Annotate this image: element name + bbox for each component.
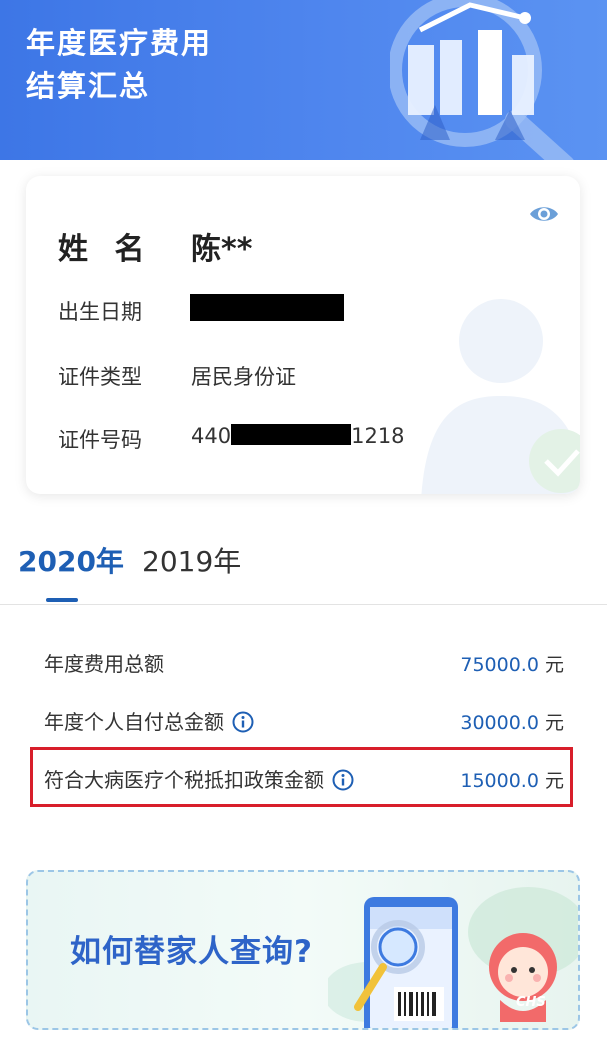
amount-number: 75000.0 (460, 654, 539, 676)
person-silhouette-watermark (421, 299, 580, 494)
amount-number: 15000.0 (460, 770, 539, 792)
summary-label-text: 符合大病医疗个税抵扣政策金额 (44, 768, 324, 792)
info-icon[interactable] (332, 769, 354, 791)
summary-row-self-paid: 年度个人自付总金额 30000.0 元 (44, 700, 564, 740)
year-tabs: 2020年 2019年 (0, 520, 607, 605)
page-title: 年度医疗费用 结算汇总 (26, 22, 212, 108)
name-value: 陈** (191, 232, 253, 267)
name-label: 姓 名 (58, 232, 153, 267)
id-number-label: 证件号码 (58, 428, 142, 452)
id-type-label: 证件类型 (58, 365, 142, 389)
id-number-value: 440 1218 (191, 424, 405, 448)
id-number-suffix: 1218 (351, 424, 405, 448)
tab-2019[interactable]: 2019年 (142, 540, 241, 580)
birth-date-redacted (190, 294, 344, 321)
summary-amount: 30000.0 元 (460, 708, 564, 735)
page-header: 年度医疗费用 结算汇总 (0, 0, 607, 160)
amount-unit: 元 (544, 654, 564, 676)
page-title-line2: 结算汇总 (26, 69, 151, 103)
summary-row-total: 年度费用总额 75000.0 元 (44, 642, 564, 682)
profile-card: 姓 名 陈** 出生日期 证件类型 居民身份证 证件号码 440 1218 (26, 176, 580, 494)
chs-mascot-badge: CHS (516, 995, 546, 1010)
active-tab-indicator (46, 598, 78, 602)
id-number-prefix: 440 (191, 424, 232, 448)
page-title-line1: 年度医疗费用 (26, 26, 213, 60)
summary-label-text: 年度个人自付总金额 (44, 710, 224, 734)
summary-row-tax-deduction: 符合大病医疗个税抵扣政策金额 15000.0 元 (44, 758, 564, 798)
summary-label: 年度费用总额 (44, 652, 164, 676)
banner-text: 如何替家人查询? (70, 934, 313, 970)
summary-amount: 15000.0 元 (460, 766, 564, 793)
birth-date-label: 出生日期 (58, 300, 142, 324)
amount-number: 30000.0 (460, 712, 539, 734)
amount-unit: 元 (544, 770, 564, 792)
amount-unit: 元 (544, 712, 564, 734)
summary-amount: 75000.0 元 (460, 650, 564, 677)
summary-label: 符合大病医疗个税抵扣政策金额 (44, 764, 354, 793)
id-type-value: 居民身份证 (191, 365, 296, 389)
tab-2020[interactable]: 2020年 (18, 540, 124, 580)
eye-icon[interactable] (528, 203, 560, 225)
id-number-redacted (231, 424, 352, 445)
chart-magnifier-illustration (390, 0, 574, 160)
summary-label: 年度个人自付总金额 (44, 706, 254, 735)
info-icon[interactable] (232, 711, 254, 733)
family-query-banner[interactable]: 如何替家人查询? CHS (26, 870, 580, 1030)
